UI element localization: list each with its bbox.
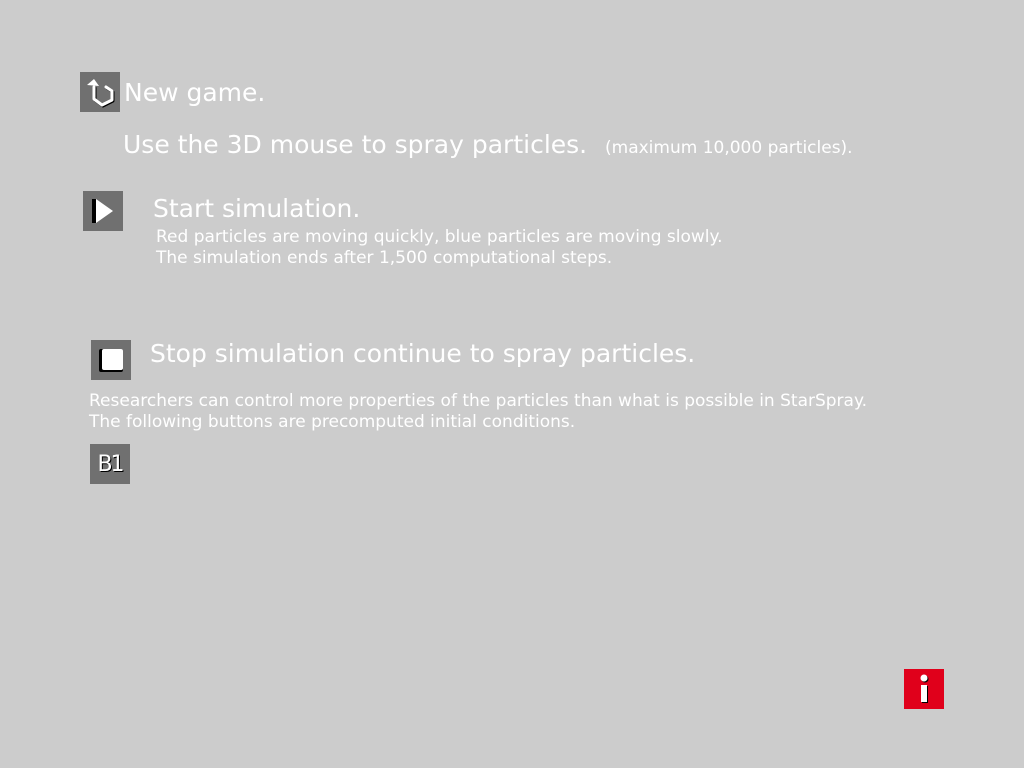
stop-icon xyxy=(99,349,123,372)
stop-simulation-button[interactable] xyxy=(91,340,131,380)
restart-icon xyxy=(87,79,115,108)
new-game-button[interactable] xyxy=(80,72,120,112)
preset-b1-label: B1 xyxy=(97,451,124,477)
research-note-line1: Researchers can control more properties … xyxy=(89,391,868,411)
start-simulation-button[interactable] xyxy=(83,191,123,231)
research-note-line2: The following buttons are precomputed in… xyxy=(89,412,576,432)
preset-b1-button[interactable]: B1 xyxy=(90,444,130,484)
info-icon xyxy=(920,674,929,703)
start-simulation-label: Start simulation. xyxy=(153,194,361,223)
new-game-label: New game. xyxy=(124,78,266,107)
start-description-line1: Red particles are moving quickly, blue p… xyxy=(156,227,723,247)
play-icon xyxy=(92,199,113,223)
stop-simulation-label: Stop simulation continue to spray partic… xyxy=(150,339,696,368)
particle-limit-note: (maximum 10,000 particles). xyxy=(605,138,853,158)
start-description-line2: The simulation ends after 1,500 computat… xyxy=(156,248,613,268)
spray-instruction: Use the 3D mouse to spray particles. xyxy=(123,130,588,159)
info-button[interactable] xyxy=(904,669,944,709)
